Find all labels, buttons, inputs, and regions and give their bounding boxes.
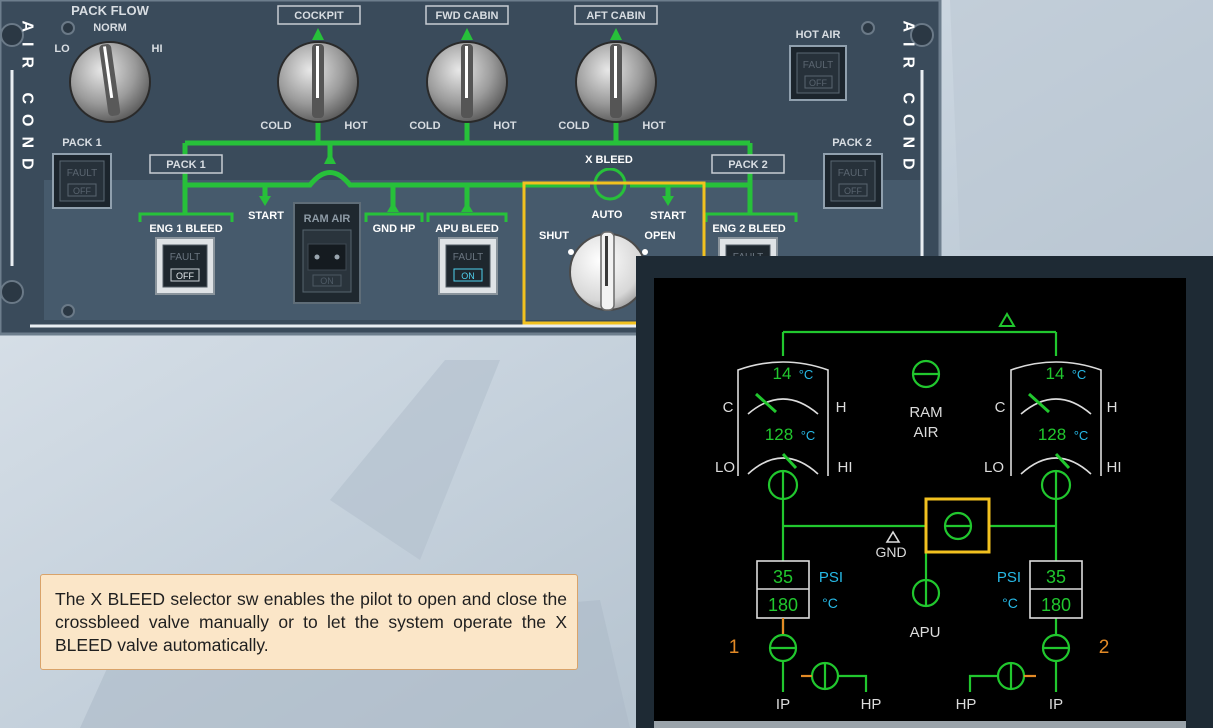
svg-text:PACK 1: PACK 1 (166, 159, 206, 171)
pack-1-fault: FAULT (67, 168, 97, 179)
fwd-cabin-label: FWD CABIN (436, 10, 499, 22)
pack-flow-title: PACK FLOW (71, 3, 149, 18)
ecam-eng-1-psi-unit: PSI (819, 569, 843, 586)
ecam-right-outlet-unit: °C (1072, 367, 1087, 382)
apu-bleed-fault: FAULT (453, 252, 483, 263)
ecam-hp-left: HP (861, 696, 882, 713)
ecam-hp-right: HP (956, 696, 977, 713)
apu-bleed-label: APU BLEED (435, 223, 499, 235)
ecam-right-hi: HI (1107, 459, 1122, 476)
ecam-right-lo: LO (984, 459, 1004, 476)
ecam-left-bypass-temp: 128 (765, 425, 793, 444)
x-bleed-start-label: START (650, 210, 686, 222)
cockpit-label: COCKPIT (294, 10, 344, 22)
ecam-left-outlet-unit: °C (799, 367, 814, 382)
aft-cabin-label: AFT CABIN (586, 10, 645, 22)
aft-cabin-hot-label: HOT (642, 120, 666, 132)
ecam-eng-1-temp-value: 180 (768, 595, 798, 615)
eng-2-bleed-label: ENG 2 BLEED (712, 223, 785, 235)
pack-1-bus-label: PACK 1 (149, 154, 223, 174)
hot-air-state: OFF (809, 78, 827, 88)
ecam-left-hi: HI (838, 459, 853, 476)
pilot-photo-area (950, 0, 1213, 250)
pack-1-state: OFF (73, 186, 91, 196)
ecam-left-c: C (723, 399, 734, 416)
ecam-right-c: C (995, 399, 1006, 416)
ecam-eng-2-number: 2 (1099, 637, 1110, 658)
ecam-gnd-label: GND (875, 544, 906, 560)
ecam-left-lo: LO (715, 459, 735, 476)
ecam-eng-1-number: 1 (729, 637, 740, 658)
ecam-air-label: AIR (913, 424, 938, 441)
ecam-left-outlet-temp: 14 (773, 364, 792, 383)
ecam-apu-label: APU (910, 624, 941, 641)
ecam-bleed-page: 14 °C C H 128 °C LO HI 14 °C C H 128 °C … (636, 256, 1213, 728)
pack-flow-norm: NORM (93, 22, 127, 34)
cockpit-cold-label: COLD (260, 120, 291, 132)
ecam-eng-2-psi-value: 35 (1046, 567, 1066, 587)
eng-1-bleed-state: OFF (176, 271, 194, 281)
gnd-hp-label: GND HP (373, 223, 416, 235)
pack-2-bus-label: PACK 2 (711, 154, 785, 174)
hot-air-button[interactable]: HOT AIR FAULT OFF (789, 29, 847, 101)
eng-1-bleed-fault: FAULT (170, 252, 200, 263)
pack-2-state: OFF (844, 186, 862, 196)
pack-1-label: PACK 1 (62, 137, 102, 149)
x-bleed-shut-label: SHUT (539, 230, 569, 242)
ecam-right-outlet-temp: 14 (1046, 364, 1065, 383)
cockpit-hot-label: HOT (344, 120, 368, 132)
air-cond-right-label: AIR COND (900, 20, 917, 179)
aft-cabin-cold-label: COLD (558, 120, 589, 132)
fwd-cabin-hot-label: HOT (493, 120, 517, 132)
pack-2-label: PACK 2 (832, 137, 872, 149)
svg-text:X BLEED: X BLEED (585, 154, 633, 166)
air-cond-left-label: AIR COND (19, 20, 36, 179)
ram-air-switch[interactable]: RAM AIR ON (293, 202, 361, 304)
apu-bleed-state: ON (461, 271, 475, 281)
ecam-eng-1-psi-value: 35 (773, 567, 793, 587)
ecam-eng-2-psi-unit: PSI (997, 569, 1021, 586)
ecam-eng-2-temp-value: 180 (1041, 595, 1071, 615)
x-bleed-open-label: OPEN (644, 230, 675, 242)
fwd-cabin-cold-label: COLD (409, 120, 440, 132)
eng-1-bleed-button[interactable]: ENG 1 BLEED FAULT OFF (149, 223, 223, 295)
x-bleed-auto-label: AUTO (592, 209, 623, 221)
hot-air-label: HOT AIR (796, 29, 841, 41)
ecam-eng-2-temp-unit: °C (1002, 595, 1018, 611)
start-left-label: START (248, 210, 284, 222)
ram-air-label: RAM AIR (304, 213, 351, 225)
ecam-ip-right: IP (1049, 696, 1063, 713)
ecam-left-h: H (836, 399, 847, 416)
pack-2-fault: FAULT (838, 168, 868, 179)
ecam-ram-label: RAM (909, 404, 942, 421)
x-bleed-title: X BLEED (576, 150, 642, 168)
ecam-right-bypass-temp: 128 (1038, 425, 1066, 444)
ecam-left-bypass-unit: °C (801, 428, 816, 443)
apu-bleed-button[interactable]: APU BLEED FAULT ON (435, 223, 499, 295)
pack-flow-hi: HI (152, 43, 163, 55)
ecam-ip-left: IP (776, 696, 790, 713)
eng-1-bleed-label: ENG 1 BLEED (149, 223, 222, 235)
ecam-right-bypass-unit: °C (1074, 428, 1089, 443)
svg-text:PACK 2: PACK 2 (728, 159, 768, 171)
ecam-right-h: H (1107, 399, 1118, 416)
explanation-note: The X BLEED selector sw enables the pilo… (40, 574, 578, 670)
pack-flow-lo: LO (54, 43, 70, 55)
ram-air-state: ON (320, 276, 334, 286)
hot-air-fault: FAULT (803, 60, 833, 71)
ecam-eng-1-temp-unit: °C (822, 595, 838, 611)
